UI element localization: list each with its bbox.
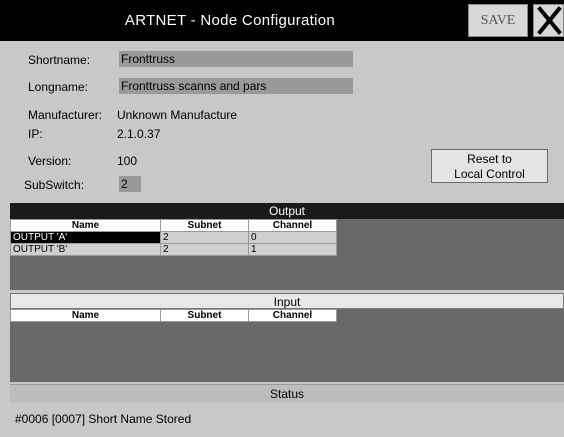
output-table: Name Subnet Channel OUTPUT 'A' 2 0 OUTPU… [10,219,337,256]
reset-button-line2: Local Control [454,167,525,181]
reset-to-local-control-button[interactable]: Reset to Local Control [431,149,548,183]
output-col-name: Name [10,219,161,232]
longname-label: Longname: [28,80,89,94]
subswitch-field[interactable]: 2 [119,176,141,192]
input-col-channel: Channel [248,309,337,322]
output-row-subnet: 2 [160,231,249,244]
window-title: ARTNET - Node Configuration [124,12,336,29]
input-col-name: Name [10,309,161,322]
longname-field[interactable]: Fronttruss scanns and pars [119,78,353,94]
output-row-name: OUTPUT 'B' [10,243,161,256]
ip-value: 2.1.0.37 [117,127,161,141]
output-row-channel: 1 [248,243,337,256]
subswitch-label: SubSwitch: [24,178,85,192]
version-label: Version: [28,154,72,168]
close-icon [537,6,562,35]
close-button[interactable] [533,4,564,37]
manufacturer-label: Manufacturer: [28,108,103,122]
input-table-header-row: Name Subnet Channel [10,309,337,322]
save-button[interactable]: SAVE [468,4,528,37]
output-table-header-row: Name Subnet Channel [10,219,337,232]
reset-button-line1: Reset to [467,152,512,166]
shortname-label: Shortname: [28,53,91,67]
shortname-field[interactable]: Fronttruss [119,51,353,67]
output-row-b[interactable]: OUTPUT 'B' 2 1 [10,243,337,256]
output-col-subnet: Subnet [160,219,249,232]
input-col-subnet: Subnet [160,309,249,322]
output-row-channel: 0 [248,231,337,244]
output-row-name: OUTPUT 'A' [10,231,161,244]
status-message: #0006 [0007] Short Name Stored [15,412,192,426]
status-section-header: Status [10,384,564,403]
ip-label: IP: [28,127,43,141]
manufacturer-value: Unknown Manufacturе [117,108,238,122]
input-section-header: Input [10,293,564,309]
output-row-subnet: 2 [160,243,249,256]
artnet-node-config-window: ARTNET - Node Configuration SAVE Shortna… [0,0,564,437]
output-col-channel: Channel [248,219,337,232]
output-row-a[interactable]: OUTPUT 'A' 2 0 [10,231,337,244]
input-table: Name Subnet Channel [10,309,337,322]
output-section-header: Output [10,203,564,219]
version-value: 100 [117,154,138,168]
title-bar: ARTNET - Node Configuration SAVE [0,0,564,41]
